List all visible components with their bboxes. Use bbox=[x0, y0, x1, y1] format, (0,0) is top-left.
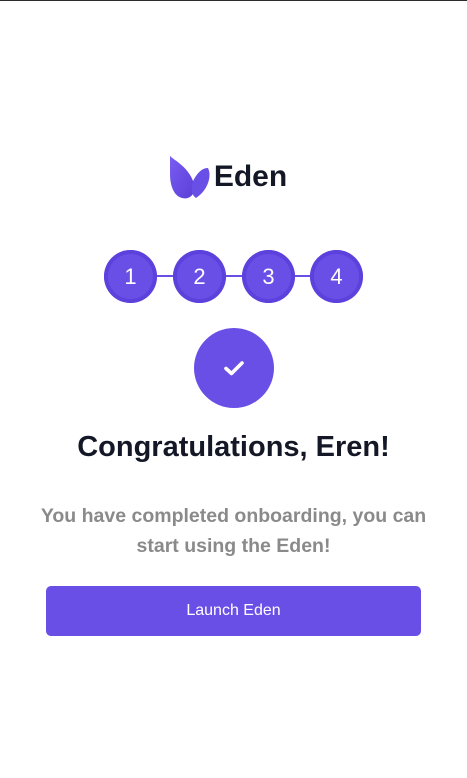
step-number: 4 bbox=[330, 263, 343, 289]
check-icon bbox=[224, 361, 244, 376]
launch-eden-button[interactable]: Launch Eden bbox=[46, 586, 421, 636]
brand-logo: Eden bbox=[0, 153, 467, 201]
completion-message: You have completed onboarding, you can s… bbox=[40, 505, 427, 557]
step-number: 3 bbox=[262, 263, 275, 289]
step-2: 2 bbox=[173, 250, 226, 303]
step-1: 1 bbox=[104, 250, 157, 303]
step-number: 1 bbox=[124, 263, 137, 289]
step-connector bbox=[225, 275, 243, 277]
step-number: 2 bbox=[193, 263, 206, 289]
page-title: Congratulations, Eren! bbox=[77, 431, 390, 463]
brand-name: Eden bbox=[213, 160, 288, 193]
step-4: 4 bbox=[310, 250, 363, 303]
leaf-logo-icon bbox=[169, 156, 210, 199]
step-3: 3 bbox=[242, 250, 295, 303]
success-badge bbox=[194, 328, 274, 408]
onboarding-stepper: 1 2 3 4 bbox=[104, 250, 363, 303]
step-connector bbox=[293, 275, 311, 277]
step-connector bbox=[156, 275, 174, 277]
